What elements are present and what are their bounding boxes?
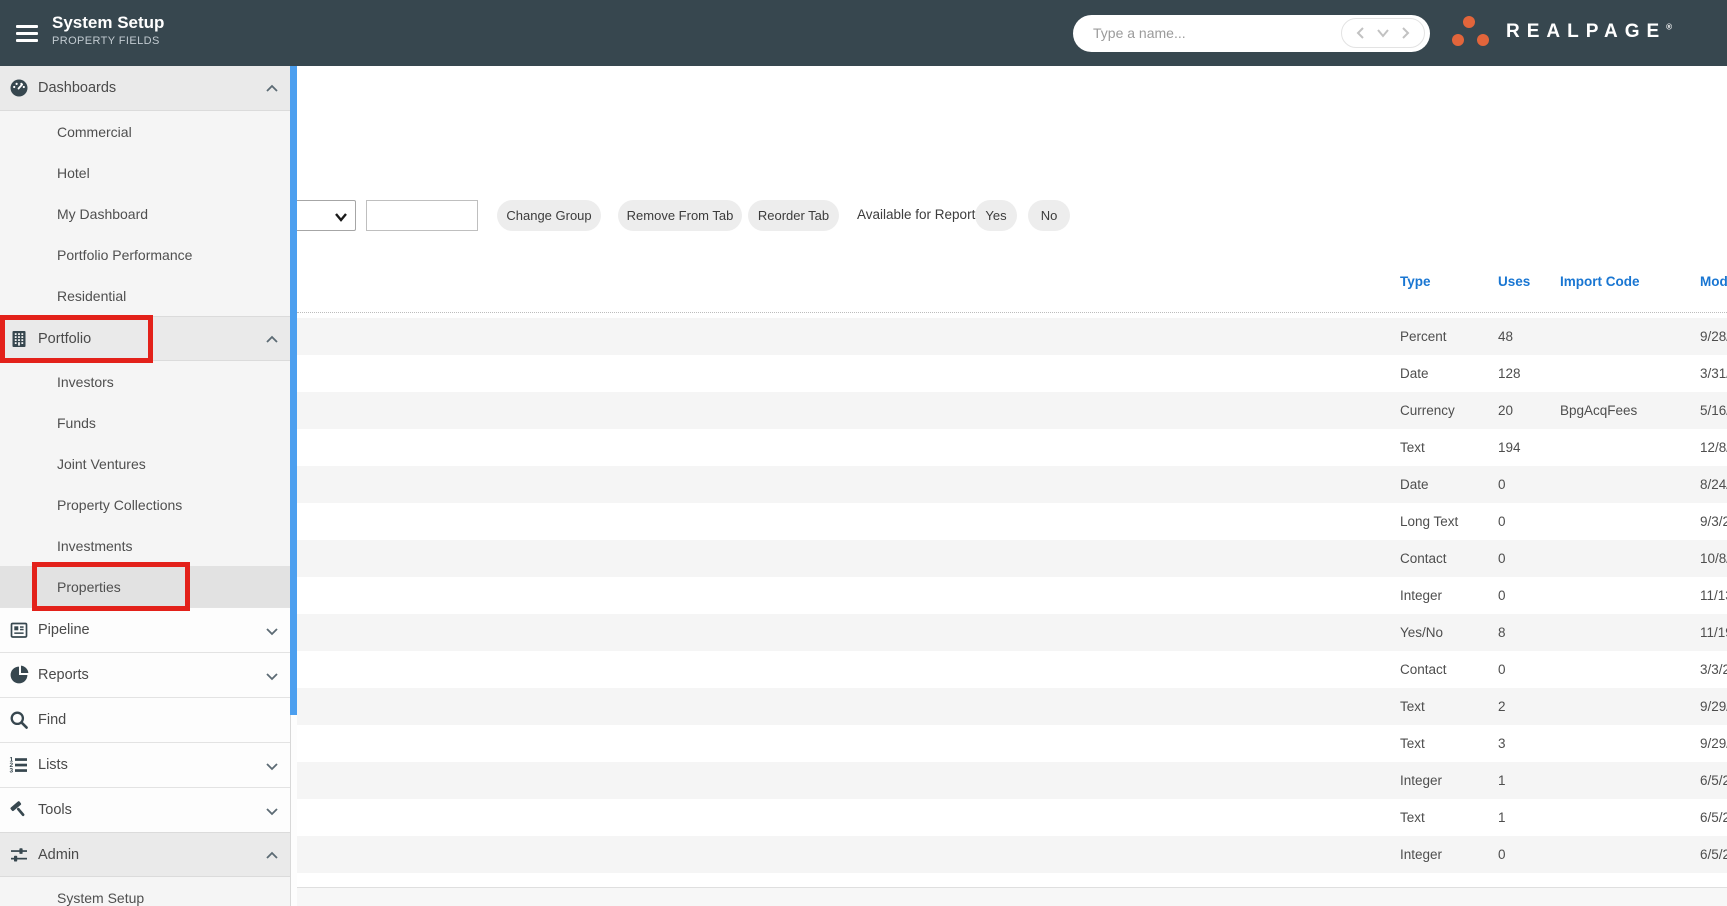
gavel-icon	[8, 799, 30, 821]
sidebar-item-label: Dashboards	[38, 80, 117, 96]
sidebar-item-funds[interactable]: Funds	[0, 402, 290, 443]
field-name-input[interactable]	[366, 200, 478, 231]
sidebar-item-residential[interactable]: Residential	[0, 275, 290, 316]
reorder-tab-button[interactable]: Reorder Tab	[748, 200, 839, 231]
available-for-reports-label: Available for Reports:	[857, 207, 986, 222]
sidebar-item-portfolio-performance[interactable]: Portfolio Performance	[0, 234, 290, 275]
sidebar-item-admin[interactable]: Admin	[0, 832, 290, 877]
sidebar-item-tools[interactable]: Tools	[0, 787, 290, 832]
sidebar-item-reports[interactable]: Reports	[0, 652, 290, 697]
sidebar-item-dashboards[interactable]: Dashboards	[0, 66, 290, 111]
registered-mark: ®	[1666, 22, 1673, 32]
select-chevron-down-icon	[334, 210, 348, 228]
chevron-down-icon[interactable]	[264, 804, 280, 816]
table-row[interactable]: Text19412/8/	[297, 429, 1727, 466]
sidebar-item-joint-ventures[interactable]: Joint Ventures	[0, 443, 290, 484]
table-row[interactable]: Date08/24/	[297, 466, 1727, 503]
sidebar-item-properties[interactable]: Properties	[0, 566, 290, 607]
sidebar-item-property-collections[interactable]: Property Collections	[0, 484, 290, 525]
hamburger-menu-icon[interactable]	[16, 25, 38, 42]
pie-chart-icon	[8, 664, 30, 686]
sidebar-item-investments[interactable]: Investments	[0, 525, 290, 566]
sidebar-item-investors[interactable]: Investors	[0, 361, 290, 402]
reports-yes-button[interactable]: Yes	[975, 200, 1017, 231]
table-row[interactable]: Currency20BpgAcqFees5/16/	[297, 392, 1727, 429]
table-row[interactable]: Text 1 6/5/2	[297, 799, 1727, 836]
table-row[interactable]: Yes/No811/19	[297, 614, 1727, 651]
numbered-list-icon: 1 2 3	[8, 754, 30, 776]
sidebar-item-pipeline[interactable]: Pipeline	[0, 607, 290, 652]
table-row[interactable]: Text39/29/	[297, 725, 1727, 762]
header-divider	[297, 312, 1727, 313]
table-row[interactable]: Date1283/31/	[297, 355, 1727, 392]
realpage-dots-icon	[1452, 16, 1489, 46]
column-header-import-code[interactable]: Import Code	[1560, 274, 1640, 292]
chevron-left-icon[interactable]	[1355, 26, 1367, 40]
sidebar-scrollbar-track	[290, 715, 297, 906]
chevron-up-icon[interactable]	[264, 333, 280, 345]
name-search-input[interactable]	[1093, 16, 1343, 50]
sidebar-item-my-dashboard[interactable]: My Dashboard	[0, 193, 290, 234]
chevron-down-icon[interactable]	[1376, 26, 1390, 40]
sidebar-item-portfolio[interactable]: Portfolio	[0, 316, 290, 361]
top-bar: System Setup PROPERTY FIELDS REALPAGE®	[0, 0, 1727, 66]
chevron-down-icon[interactable]	[264, 669, 280, 681]
column-header-modified[interactable]: Modified	[1700, 274, 1727, 292]
table-footer-strip	[297, 887, 1727, 906]
sidebar-item-label: Portfolio	[38, 330, 92, 347]
table-row[interactable]: Integer011/13	[297, 577, 1727, 614]
change-group-button[interactable]: Change Group	[497, 200, 601, 231]
realpage-logo: REALPAGE®	[1506, 21, 1673, 42]
table-row[interactable]: Contact010/8/	[297, 540, 1727, 577]
sidebar-scrollbar[interactable]	[290, 66, 297, 715]
chevron-down-icon[interactable]	[264, 759, 280, 771]
column-header-uses[interactable]: Uses	[1498, 274, 1530, 292]
magnifier-icon	[8, 709, 30, 731]
sidebar-item-lists[interactable]: 1 2 3 Lists	[0, 742, 290, 787]
name-search	[1073, 15, 1430, 52]
chevron-down-icon[interactable]	[264, 624, 280, 636]
sidebar-item-system-setup[interactable]: System Setup	[0, 877, 290, 906]
reports-no-button[interactable]: No	[1028, 200, 1070, 231]
group-select[interactable]	[297, 200, 356, 231]
building-icon	[8, 328, 30, 350]
search-nav-controls	[1341, 18, 1425, 48]
sidebar-item-commercial[interactable]: Commercial	[0, 111, 290, 152]
chevron-up-icon[interactable]	[264, 849, 280, 861]
dashboard-gauge-icon	[8, 77, 30, 99]
remove-from-tab-button[interactable]: Remove From Tab	[618, 200, 742, 231]
app-subtitle: PROPERTY FIELDS	[52, 35, 160, 47]
newspaper-icon	[8, 619, 30, 641]
table-row[interactable]: Long Text 0 9/3/2	[297, 503, 1727, 540]
table-row[interactable]: Percent489/28/	[297, 318, 1727, 355]
app-title: System Setup	[52, 13, 165, 32]
table-row[interactable]: Text29/29/	[297, 688, 1727, 725]
column-header-type[interactable]: Type	[1400, 274, 1431, 292]
sidebar-item-find[interactable]: Find	[0, 697, 290, 742]
sidebar-nav: Dashboards Commercial Hotel My Dashboard…	[0, 66, 290, 906]
main-content: Change Group Remove From Tab Reorder Tab…	[297, 66, 1727, 906]
sidebar-item-hotel[interactable]: Hotel	[0, 152, 290, 193]
sliders-icon	[8, 844, 30, 866]
chevron-up-icon[interactable]	[264, 82, 280, 94]
chevron-right-icon[interactable]	[1399, 26, 1411, 40]
svg-text:3: 3	[10, 767, 14, 774]
table-row[interactable]: Contact 0 3/3/2	[297, 651, 1727, 688]
table-row[interactable]: Integer 0 6/5/2	[297, 836, 1727, 873]
table-row[interactable]: Integer 1 6/5/2	[297, 762, 1727, 799]
